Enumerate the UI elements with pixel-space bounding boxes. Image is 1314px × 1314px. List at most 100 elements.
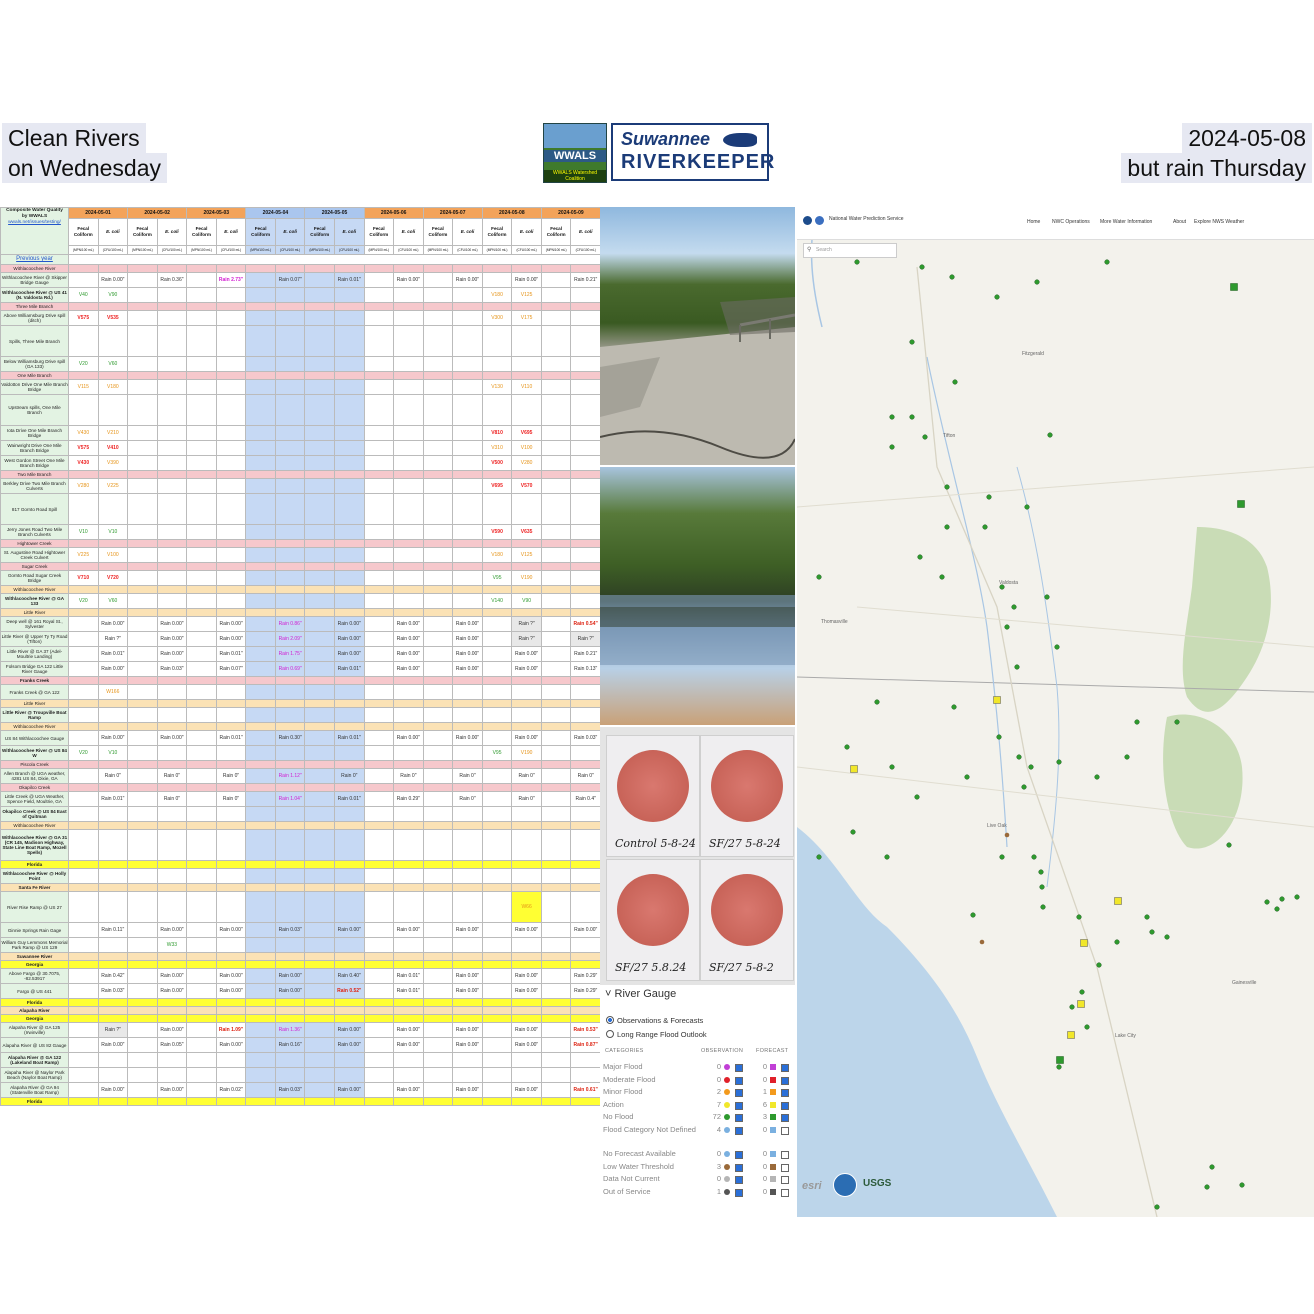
gauge-marker-action[interactable] [850, 765, 858, 773]
site-title[interactable]: National Water Prediction Service [829, 216, 904, 222]
gauge-marker-forecast[interactable] [1230, 283, 1238, 291]
gauge-marker-no-flood[interactable] [1054, 644, 1060, 650]
forecast-checkbox[interactable] [781, 1151, 789, 1159]
forecast-checkbox[interactable] [781, 1076, 789, 1085]
gauge-marker-no-flood[interactable] [889, 764, 895, 770]
gauge-marker-no-flood[interactable] [816, 854, 822, 860]
gauge-marker-no-flood[interactable] [850, 829, 856, 835]
previous-year-link[interactable]: Previous year [0, 254, 69, 265]
gauge-marker-forecast[interactable] [1056, 1056, 1064, 1064]
gauge-marker-no-flood[interactable] [1279, 896, 1285, 902]
gauge-marker-no-flood[interactable] [1239, 1182, 1245, 1188]
gauge-marker-no-flood[interactable] [1069, 1004, 1075, 1010]
gauge-marker-no-flood[interactable] [844, 744, 850, 750]
gauge-marker-no-flood[interactable] [1104, 259, 1110, 265]
long-range-outlook-radio[interactable]: Long Range Flood Outlook [606, 1030, 707, 1039]
gauge-marker-no-flood[interactable] [944, 484, 950, 490]
gauge-marker-no-flood[interactable] [964, 774, 970, 780]
gauge-marker-no-flood[interactable] [889, 414, 895, 420]
gauge-marker-no-flood[interactable] [917, 554, 923, 560]
map-search-input[interactable]: Search [803, 243, 897, 258]
nwps-map[interactable]: Tifton Fitzgerald Valdosta Thomasville Gaine… [797, 207, 1314, 1217]
gauge-marker-no-flood[interactable] [1124, 754, 1130, 760]
forecast-checkbox[interactable] [781, 1188, 789, 1197]
gauge-marker-no-flood[interactable] [1174, 719, 1180, 725]
gauge-marker-no-flood[interactable] [1144, 914, 1150, 920]
gauge-marker-no-flood[interactable] [1154, 1204, 1160, 1210]
gauge-marker-no-flood[interactable] [1114, 939, 1120, 945]
gauge-marker-no-flood[interactable] [1031, 854, 1037, 860]
nav-nwc-operations[interactable]: NWC Operations [1052, 219, 1090, 225]
gauge-marker-low-water[interactable] [979, 939, 985, 945]
gauge-marker-no-flood[interactable] [922, 434, 928, 440]
gauge-marker-action[interactable] [993, 696, 1001, 704]
gauge-marker-low-water[interactable] [1004, 832, 1010, 838]
observation-checkbox[interactable] [735, 1076, 743, 1085]
forecast-checkbox[interactable] [781, 1114, 789, 1122]
forecast-checkbox[interactable] [781, 1089, 789, 1097]
gauge-marker-no-flood[interactable] [996, 734, 1002, 740]
observation-checkbox[interactable] [735, 1188, 743, 1197]
map-canvas[interactable]: Tifton Fitzgerald Valdosta Thomasville Gaine… [797, 207, 1314, 1217]
gauge-marker-no-flood[interactable] [889, 444, 895, 450]
observation-checkbox[interactable] [735, 1114, 743, 1122]
observation-checkbox[interactable] [735, 1064, 743, 1072]
gauge-marker-no-flood[interactable] [1024, 504, 1030, 510]
observation-checkbox[interactable] [735, 1089, 743, 1097]
gauge-marker-no-flood[interactable] [1164, 934, 1170, 940]
gauge-marker-no-flood[interactable] [970, 912, 976, 918]
gauge-marker-no-flood[interactable] [816, 574, 822, 580]
gauge-marker-no-flood[interactable] [1011, 604, 1017, 610]
gauge-marker-no-flood[interactable] [909, 339, 915, 345]
gauge-marker-no-flood[interactable] [1039, 884, 1045, 890]
gauge-marker-no-flood[interactable] [919, 264, 925, 270]
river-gauge-title[interactable]: ˅ River Gauge [605, 988, 676, 1000]
gauge-marker-no-flood[interactable] [1096, 962, 1102, 968]
forecast-checkbox[interactable] [781, 1176, 789, 1184]
observation-checkbox[interactable] [735, 1151, 743, 1159]
gauge-marker-no-flood[interactable] [1149, 929, 1155, 935]
gauge-marker-no-flood[interactable] [874, 699, 880, 705]
gauge-marker-no-flood[interactable] [1076, 914, 1082, 920]
observation-checkbox[interactable] [735, 1163, 743, 1172]
gauge-marker-no-flood[interactable] [994, 294, 1000, 300]
corner-link[interactable]: wwals.net/issues/testing/ [2, 220, 68, 226]
gauge-marker-no-flood[interactable] [1038, 869, 1044, 875]
gauge-marker-no-flood[interactable] [1204, 1184, 1210, 1190]
gauge-marker-no-flood[interactable] [1014, 664, 1020, 670]
gauge-marker-no-flood[interactable] [1134, 719, 1140, 725]
gauge-marker-no-flood[interactable] [1079, 989, 1085, 995]
gauge-marker-no-flood[interactable] [1209, 1164, 1215, 1170]
nav-home[interactable]: Home [1027, 219, 1040, 225]
forecast-checkbox[interactable] [781, 1163, 789, 1172]
gauge-marker-action[interactable] [1114, 897, 1122, 905]
gauge-marker-no-flood[interactable] [999, 854, 1005, 860]
forecast-checkbox[interactable] [781, 1064, 789, 1072]
gauge-marker-no-flood[interactable] [939, 574, 945, 580]
gauge-marker-action[interactable] [1067, 1031, 1075, 1039]
gauge-marker-no-flood[interactable] [986, 494, 992, 500]
gauge-marker-no-flood[interactable] [1094, 774, 1100, 780]
gauge-marker-no-flood[interactable] [949, 274, 955, 280]
nav-about[interactable]: About [1173, 219, 1186, 225]
gauge-marker-no-flood[interactable] [1294, 894, 1300, 900]
gauge-marker-no-flood[interactable] [1044, 594, 1050, 600]
gauge-marker-no-flood[interactable] [982, 524, 988, 530]
gauge-marker-no-flood[interactable] [1226, 842, 1232, 848]
gauge-marker-no-flood[interactable] [1274, 906, 1280, 912]
observations-forecasts-radio[interactable]: Observations & Forecasts [606, 1016, 703, 1025]
gauge-marker-no-flood[interactable] [944, 524, 950, 530]
gauge-marker-action[interactable] [1077, 1000, 1085, 1008]
nav-explore-nws[interactable]: Explore NWS Weather [1194, 219, 1244, 225]
gauge-marker-no-flood[interactable] [1056, 759, 1062, 765]
gauge-marker-no-flood[interactable] [884, 854, 890, 860]
gauge-marker-no-flood[interactable] [952, 379, 958, 385]
gauge-marker-no-flood[interactable] [1028, 764, 1034, 770]
gauge-marker-no-flood[interactable] [1021, 784, 1027, 790]
observation-checkbox[interactable] [735, 1101, 743, 1110]
gauge-marker-no-flood[interactable] [1264, 899, 1270, 905]
gauge-marker-no-flood[interactable] [1047, 432, 1053, 438]
observation-checkbox[interactable] [735, 1126, 743, 1135]
gauge-marker-forecast[interactable] [1237, 500, 1245, 508]
gauge-marker-no-flood[interactable] [854, 259, 860, 265]
